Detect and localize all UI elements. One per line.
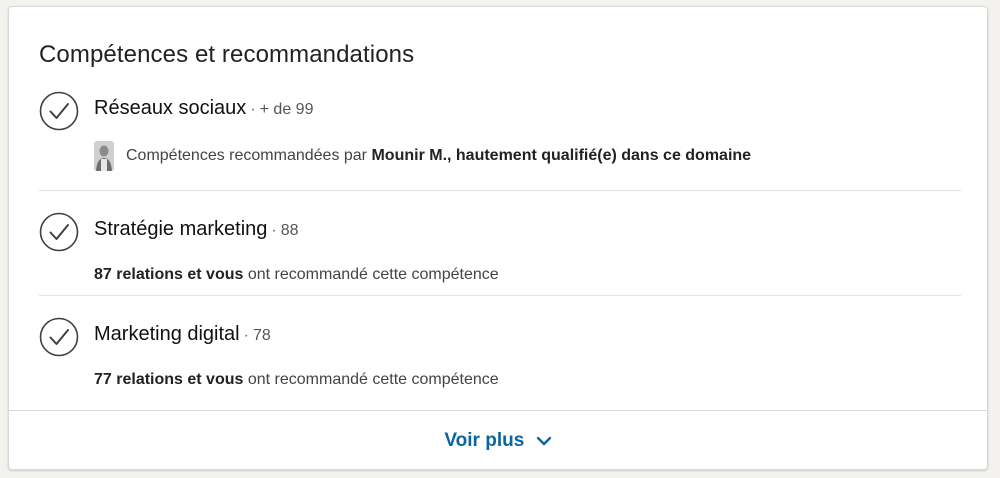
endorsement-highlight[interactable]: 77 relations et vous xyxy=(94,371,243,388)
check-circle-icon[interactable] xyxy=(39,91,79,131)
endorsement-line: 87 relations et vous ont recommandé cett… xyxy=(94,266,499,284)
endorsement-prefix: Compétences recommandées par xyxy=(126,147,368,165)
skill-name[interactable]: Stratégie marketing xyxy=(94,218,267,240)
avatar[interactable] xyxy=(94,141,114,171)
separator-dot: · xyxy=(250,101,256,118)
skill-count[interactable]: 88 xyxy=(281,222,299,239)
skill-name[interactable]: Marketing digital xyxy=(94,323,240,345)
endorsement-line: 77 relations et vous ont recommandé cett… xyxy=(94,371,499,389)
skill-count[interactable]: 78 xyxy=(253,327,271,344)
skills-card: Compétences et recommandations Réseaux s… xyxy=(8,6,988,470)
chevron-down-icon xyxy=(536,436,551,446)
endorsement-suffix: ont recommandé cette compétence xyxy=(247,371,499,388)
divider xyxy=(39,190,961,191)
skill-name[interactable]: Réseaux sociaux xyxy=(94,97,246,119)
separator-dot: · xyxy=(271,222,277,239)
divider xyxy=(39,295,961,296)
show-more-label: Voir plus xyxy=(444,430,525,451)
endorsement-highlight[interactable]: 87 relations et vous xyxy=(94,266,243,283)
endorsement-line: Compétences recommandées par Mounir M., … xyxy=(94,141,751,171)
skill-count[interactable]: + de 99 xyxy=(260,101,314,118)
check-circle-icon[interactable] xyxy=(39,317,79,357)
separator-dot: · xyxy=(243,327,249,344)
card-footer: Voir plus xyxy=(9,410,987,470)
check-circle-icon[interactable] xyxy=(39,212,79,252)
endorsement-suffix: ont recommandé cette compétence xyxy=(247,266,499,283)
section-title: Compétences et recommandations xyxy=(39,41,415,68)
endorser-name[interactable]: Mounir M., hautement qualifié(e) dans ce… xyxy=(371,147,751,164)
show-more-button[interactable]: Voir plus xyxy=(444,430,551,452)
